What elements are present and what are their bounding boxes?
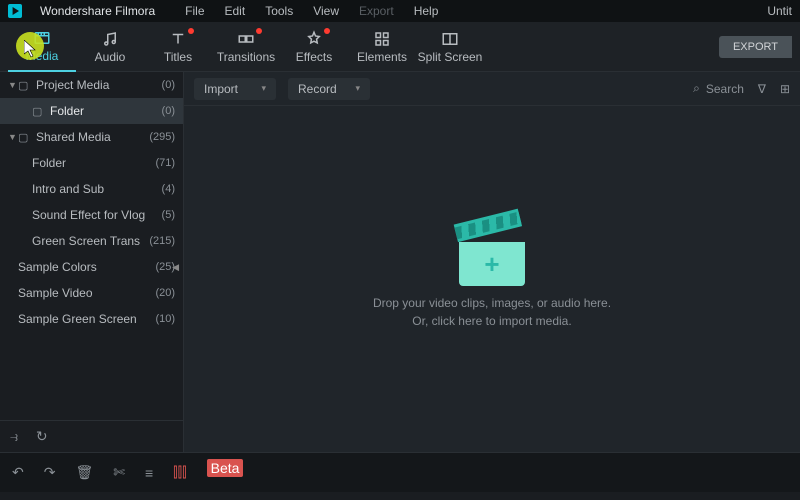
refresh-icon[interactable]: ↻ — [36, 428, 48, 445]
menu-file[interactable]: File — [185, 4, 204, 18]
caret-icon: ▼ — [8, 80, 18, 90]
content-toolbar: Import ▾ Record ▾ ⌕ Search ∇ ⊞ — [184, 72, 800, 106]
tab-elements[interactable]: Elements — [348, 22, 416, 72]
undo-icon[interactable]: ↶ — [12, 464, 24, 481]
dropzone-text: Drop your video clips, images, or audio … — [373, 294, 611, 330]
tree-item-sample-colors[interactable]: Sample Colors(25)◀ — [0, 254, 183, 280]
elements-icon — [373, 30, 391, 48]
titles-icon — [169, 30, 187, 48]
tree-item-sample-green-screen[interactable]: Sample Green Screen(10) — [0, 306, 183, 332]
menu-edit[interactable]: Edit — [225, 4, 246, 18]
doc-title: Untit — [767, 4, 792, 18]
search-placeholder: Search — [706, 82, 744, 96]
tree-item-project-media[interactable]: ▼▢Project Media(0) — [0, 72, 183, 98]
grid-view-icon[interactable]: ⊞ — [780, 82, 790, 96]
search-icon: ⌕ — [693, 81, 700, 96]
new-folder-icon[interactable]: ⥽ — [10, 428, 18, 445]
beta-badge: Beta — [207, 459, 244, 477]
sidebar-footer: ⥽ ↻ — [0, 420, 183, 452]
menu-tools[interactable]: Tools — [265, 4, 293, 18]
toolbar: MediaAudioTitlesTransitionsEffectsElemen… — [0, 22, 800, 72]
app-name: Wondershare Filmora — [40, 4, 155, 18]
import-label: Import — [204, 82, 238, 96]
sidebar: ▼▢Project Media(0)▢Folder(0)▼▢Shared Med… — [0, 72, 184, 452]
menubar: File Edit Tools View Export Help — [185, 4, 438, 18]
folder-icon: ▢ — [18, 79, 32, 92]
record-label: Record — [298, 82, 337, 96]
tree-item-shared-media[interactable]: ▼▢Shared Media(295) — [0, 124, 183, 150]
redo-icon[interactable]: ↷ — [44, 464, 56, 481]
menu-help[interactable]: Help — [414, 4, 439, 18]
tab-titles[interactable]: Titles — [144, 22, 212, 72]
record-dropdown[interactable]: Record ▾ — [288, 78, 370, 100]
cut-icon[interactable]: ✄ — [113, 464, 125, 481]
notification-dot-icon — [324, 28, 330, 34]
menu-view[interactable]: View — [313, 4, 339, 18]
notification-dot-icon — [256, 28, 262, 34]
titlebar: Wondershare Filmora File Edit Tools View… — [0, 0, 800, 22]
chevron-down-icon: ▾ — [261, 83, 266, 94]
clapperboard-icon: + — [459, 228, 525, 286]
filter-icon[interactable]: ∇ — [758, 82, 766, 96]
tab-media[interactable]: Media — [8, 22, 76, 72]
transitions-icon — [237, 30, 255, 48]
folder-icon: ▢ — [32, 105, 46, 118]
tree-item-sound-effect-for-vlog[interactable]: Sound Effect for Vlog(5) — [0, 202, 183, 228]
search-input[interactable]: ⌕ Search — [693, 81, 744, 96]
audio-wave-icon[interactable]: ⫿⫿⫿ — [173, 464, 186, 481]
content-panel: Import ▾ Record ▾ ⌕ Search ∇ ⊞ + Drop your … — [184, 72, 800, 452]
import-dropdown[interactable]: Import ▾ — [194, 78, 276, 100]
menu-export[interactable]: Export — [359, 4, 394, 18]
tree-item-folder[interactable]: Folder(71) — [0, 150, 183, 176]
tree-item-intro-and-sub[interactable]: Intro and Sub(4) — [0, 176, 183, 202]
tree-item-sample-video[interactable]: Sample Video(20) — [0, 280, 183, 306]
folder-icon: ▢ — [18, 131, 32, 144]
adjust-icon[interactable]: ≡ — [145, 465, 153, 481]
timeline-toolbar: ↶ ↷ 🗑 ✄ ≡ ⫿⫿⫿ Beta — [0, 452, 800, 492]
split-icon — [441, 30, 459, 48]
export-button[interactable]: EXPORT — [719, 36, 792, 58]
collapse-icon[interactable]: ◀ — [172, 262, 179, 273]
tree-item-folder[interactable]: ▢Folder(0) — [0, 98, 183, 124]
tab-effects[interactable]: Effects — [280, 22, 348, 72]
tab-split-screen[interactable]: Split Screen — [416, 22, 484, 72]
delete-icon[interactable]: 🗑 — [75, 464, 93, 481]
tab-audio[interactable]: Audio — [76, 22, 144, 72]
media-icon — [33, 29, 51, 47]
audio-icon — [101, 30, 119, 48]
media-tree: ▼▢Project Media(0)▢Folder(0)▼▢Shared Med… — [0, 72, 183, 420]
media-dropzone[interactable]: + Drop your video clips, images, or audi… — [184, 106, 800, 452]
tree-item-green-screen-trans[interactable]: Green Screen Trans(215) — [0, 228, 183, 254]
notification-dot-icon — [188, 28, 194, 34]
caret-icon: ▼ — [8, 132, 18, 142]
chevron-down-icon: ▾ — [355, 83, 360, 94]
app-logo-icon — [8, 4, 22, 18]
effects-icon — [305, 30, 323, 48]
tab-transitions[interactable]: Transitions — [212, 22, 280, 72]
